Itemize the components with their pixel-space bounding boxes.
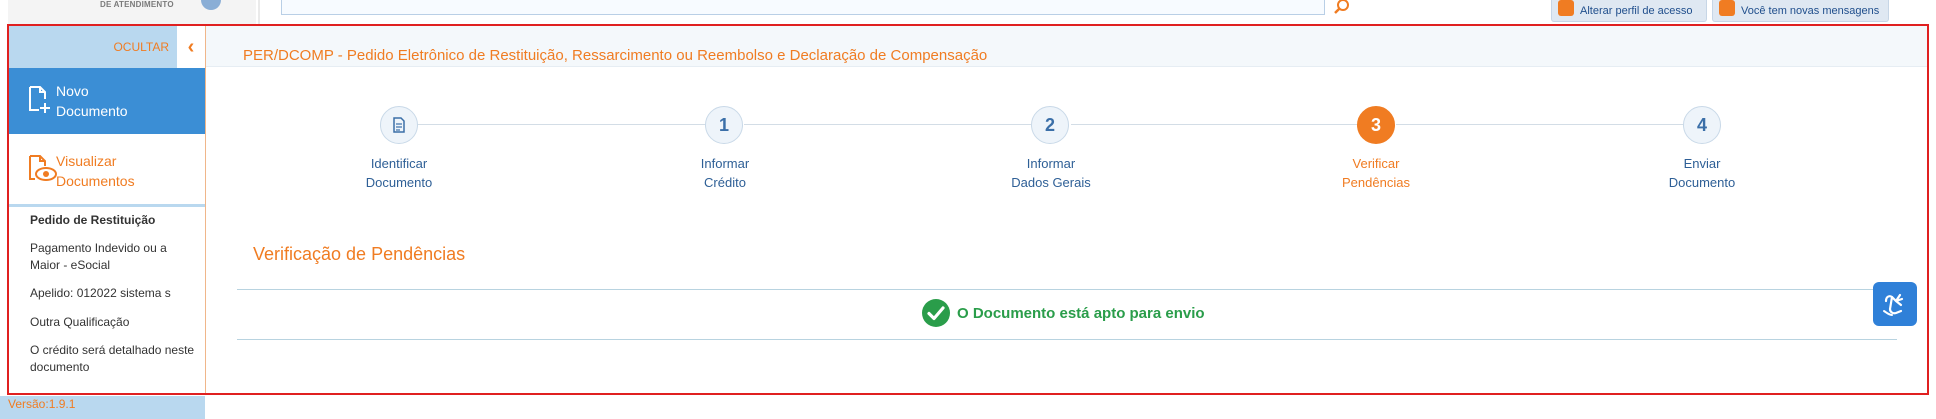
logo-text: DE ATENDIMENTO xyxy=(100,0,174,9)
header-divider xyxy=(258,0,260,24)
envelope-icon xyxy=(1719,0,1735,16)
highlight-frame xyxy=(7,24,1929,395)
search-input[interactable] xyxy=(281,0,1325,15)
search-icon[interactable] xyxy=(1334,0,1350,16)
user-profile-icon xyxy=(1558,0,1574,16)
top-header: DE ATENDIMENTO Alterar perfil de acesso … xyxy=(0,0,1936,26)
versao-label: Versão:1.9.1 xyxy=(8,397,76,411)
mensagens-button[interactable]: Você tem novas mensagens xyxy=(1712,0,1889,22)
logo: DE ATENDIMENTO xyxy=(8,0,256,24)
logo-emblem-icon xyxy=(201,0,221,10)
alterar-perfil-label: Alterar perfil de acesso xyxy=(1580,4,1693,17)
mensagens-label: Você tem novas mensagens xyxy=(1741,4,1880,17)
alterar-perfil-button[interactable]: Alterar perfil de acesso xyxy=(1551,0,1707,22)
